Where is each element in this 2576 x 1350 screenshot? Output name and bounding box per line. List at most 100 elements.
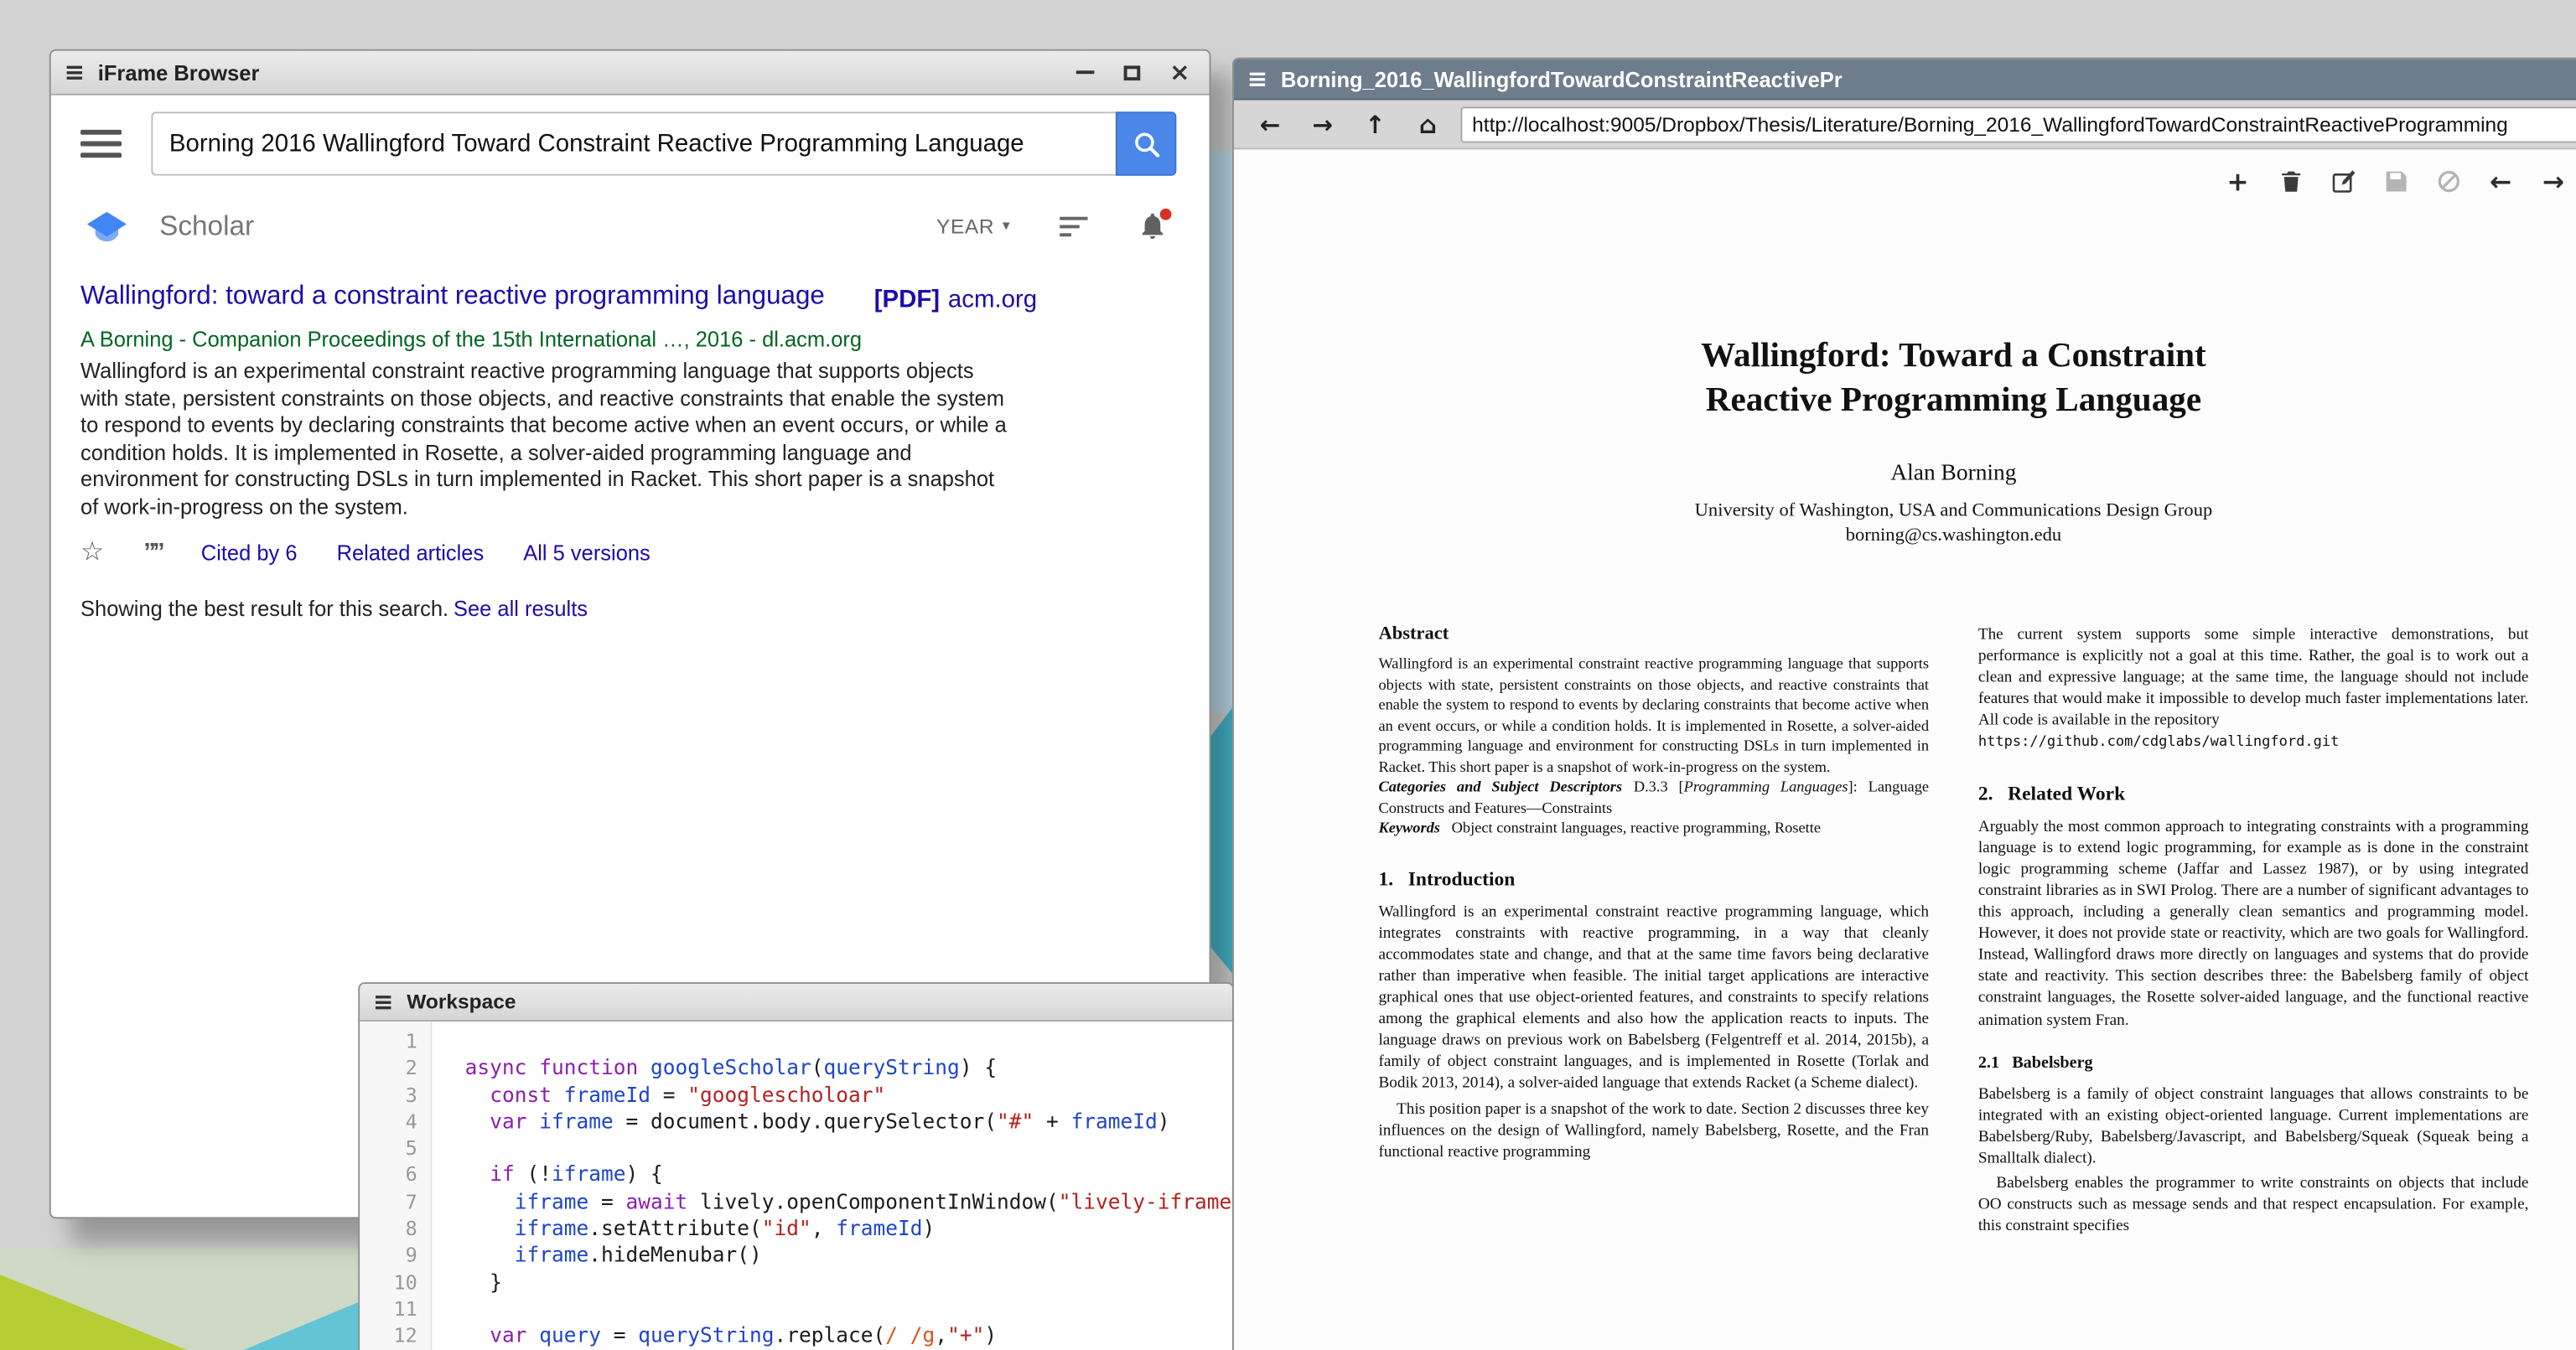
code-line[interactable]: 5 — [360, 1135, 1232, 1162]
code-line[interactable]: 10 } — [360, 1269, 1232, 1296]
trash-icon — [2278, 168, 2303, 193]
pdf-window-titlebar[interactable]: ≡ Borning_2016_WallingfordTowardConstrai… — [1234, 59, 2576, 101]
line-number: 3 — [360, 1082, 432, 1109]
paper-left-column: Abstract Wallingford is an experimental … — [1378, 624, 1929, 1238]
keywords-paragraph: KeywordsObject constraint languages, rea… — [1378, 820, 1929, 841]
edit-button[interactable] — [2325, 163, 2361, 199]
iframe-browser-titlebar[interactable]: ≡ iFrame Browser × — [51, 51, 1210, 96]
pdf-link[interactable]: [PDF] acm.org — [874, 286, 1037, 313]
minimize-button[interactable] — [1071, 59, 1097, 85]
cite-icon[interactable]: ”” — [143, 540, 162, 564]
code-line-text: const frameId = "googlescholoar" — [432, 1082, 885, 1109]
related-articles-link[interactable]: Related articles — [337, 540, 485, 564]
chevron-down-icon: ▾ — [1003, 219, 1010, 235]
babelsberg-paragraph-1: Babelsberg is a family of object constra… — [1978, 1084, 2529, 1170]
code-line-text — [432, 1028, 464, 1055]
pdf-page: Wallingford: Toward a Constraint Reactiv… — [1378, 334, 2528, 1238]
menu-icon[interactable] — [80, 130, 122, 158]
code-line[interactable]: 9 iframe.hideMenubar() — [360, 1242, 1232, 1269]
section-1-heading: 1. Introduction — [1378, 868, 1929, 890]
code-line-text: iframe.setAttribute("id", frameId) — [432, 1216, 935, 1243]
code-line[interactable]: 6 if (!iframe) { — [360, 1162, 1232, 1189]
all-versions-link[interactable]: All 5 versions — [523, 540, 650, 564]
cited-by-link[interactable]: Cited by 6 — [201, 540, 298, 564]
close-button[interactable]: × — [1167, 59, 1193, 85]
scholar-search-bar — [51, 96, 1210, 176]
result-footer: Showing the best result for this search.… — [80, 596, 1179, 620]
line-number: 5 — [360, 1135, 432, 1162]
paper-right-column: The current system supports some simple … — [1978, 624, 2529, 1238]
code-line-text: var query = queryString.replace(/ /g,"+"… — [432, 1322, 997, 1349]
code-line-text: async function googleScholar(queryString… — [432, 1055, 997, 1082]
year-filter-label: YEAR — [936, 215, 994, 238]
maximize-icon — [1124, 65, 1141, 80]
line-number: 6 — [360, 1162, 432, 1189]
see-all-results-link[interactable]: See all results — [454, 596, 588, 620]
code-line[interactable]: 7 iframe = await lively.openComponentInW… — [360, 1189, 1232, 1216]
forward-button[interactable]: → — [1303, 104, 1342, 143]
save-star-icon[interactable]: ☆ — [80, 539, 104, 565]
code-line-text: } — [432, 1269, 501, 1296]
line-number: 8 — [360, 1216, 432, 1243]
abstract-heading: Abstract — [1378, 624, 1929, 646]
line-number: 10 — [360, 1269, 432, 1296]
previous-page-button[interactable]: ← — [2483, 163, 2519, 199]
block-icon — [2436, 168, 2460, 193]
save-button[interactable] — [2377, 163, 2413, 199]
home-button[interactable]: ⌂ — [1408, 104, 1448, 143]
line-number: 9 — [360, 1242, 432, 1269]
alerts-bell-icon[interactable] — [1137, 209, 1169, 245]
code-line[interactable]: 1 — [360, 1028, 1232, 1055]
code-line[interactable]: 11 — [360, 1296, 1232, 1322]
paper-author: Alan Borning — [1378, 462, 2528, 488]
pdf-tag: [PDF] — [874, 286, 940, 313]
code-lines: 12async function googleScholar(queryStri… — [360, 1028, 1232, 1349]
code-line-text: iframe = await lively.openComponentInWin… — [432, 1189, 1232, 1216]
code-line[interactable]: 4 var iframe = document.body.querySelect… — [360, 1109, 1232, 1135]
window-menu-icon[interactable]: ≡ — [64, 60, 85, 85]
maximize-button[interactable] — [1119, 59, 1145, 85]
code-line[interactable]: 2async function googleScholar(queryStrin… — [360, 1055, 1232, 1082]
section-2-heading: 2. Related Work — [1978, 783, 2529, 804]
search-input[interactable] — [151, 111, 1116, 175]
back-button[interactable]: ← — [1251, 104, 1290, 143]
add-annotation-button[interactable]: + — [2220, 163, 2256, 199]
introduction-paragraph-1: Wallingford is an experimental constrain… — [1378, 901, 1929, 1094]
window-title: iFrame Browser — [98, 60, 260, 85]
notification-dot — [1160, 209, 1172, 220]
section-2-1-heading: 2.1 Babelsberg — [1978, 1053, 2529, 1074]
workspace-titlebar[interactable]: ≡ Workspace — [360, 984, 1232, 1022]
up-button[interactable]: ↑ — [1355, 104, 1395, 143]
pdf-viewer-window: ≡ Borning_2016_WallingfordTowardConstrai… — [1232, 58, 2576, 1350]
edit-pencil-icon — [2330, 168, 2355, 193]
cancel-button[interactable] — [2430, 163, 2466, 199]
result-actions: ☆ ”” Cited by 6 Related articles All 5 v… — [80, 539, 1179, 565]
year-filter-dropdown[interactable]: YEAR ▾ — [936, 215, 1010, 238]
url-input[interactable] — [1460, 106, 2576, 142]
abstract-text: Wallingford is an experimental constrain… — [1378, 655, 1929, 778]
scholar-header: Scholar YEAR ▾ — [51, 176, 1210, 245]
desktop: ≡ iFrame Browser × Scholar YEAR — [0, 0, 2576, 1350]
right-column-paragraph-1: The current system supports some simple … — [1978, 624, 2529, 732]
result-byline: A Borning - Companion Proceedings of the… — [80, 327, 1179, 351]
window-title: Borning_2016_WallingfordTowardConstraint… — [1281, 66, 1843, 91]
result-title-link[interactable]: Wallingford: toward a constraint reactiv… — [80, 281, 853, 313]
filter-icon[interactable] — [1060, 217, 1087, 237]
pdf-toolbar: + ← → — [2220, 163, 2571, 199]
line-number: 12 — [360, 1322, 432, 1349]
search-button[interactable] — [1116, 111, 1177, 175]
introduction-paragraph-2: This position paper is a snapshot of the… — [1378, 1098, 1929, 1162]
pdf-navigation-bar: ← → ↑ ⌂ — [1234, 101, 2576, 150]
code-line[interactable]: 3 const frameId = "googlescholoar" — [360, 1082, 1232, 1109]
next-page-button[interactable]: → — [2535, 163, 2571, 199]
code-line[interactable]: 8 iframe.setAttribute("id", frameId) — [360, 1216, 1232, 1243]
search-result: Wallingford: toward a constraint reactiv… — [51, 245, 1210, 621]
delete-button[interactable] — [2273, 163, 2309, 199]
line-number: 4 — [360, 1109, 432, 1135]
code-editor[interactable]: 12async function googleScholar(queryStri… — [360, 1022, 1232, 1350]
line-number: 11 — [360, 1296, 432, 1322]
pdf-source: acm.org — [948, 286, 1037, 313]
window-menu-icon[interactable]: ≡ — [1247, 66, 1268, 91]
window-menu-icon[interactable]: ≡ — [373, 990, 394, 1014]
code-line[interactable]: 12 var query = queryString.replace(/ /g,… — [360, 1322, 1232, 1349]
